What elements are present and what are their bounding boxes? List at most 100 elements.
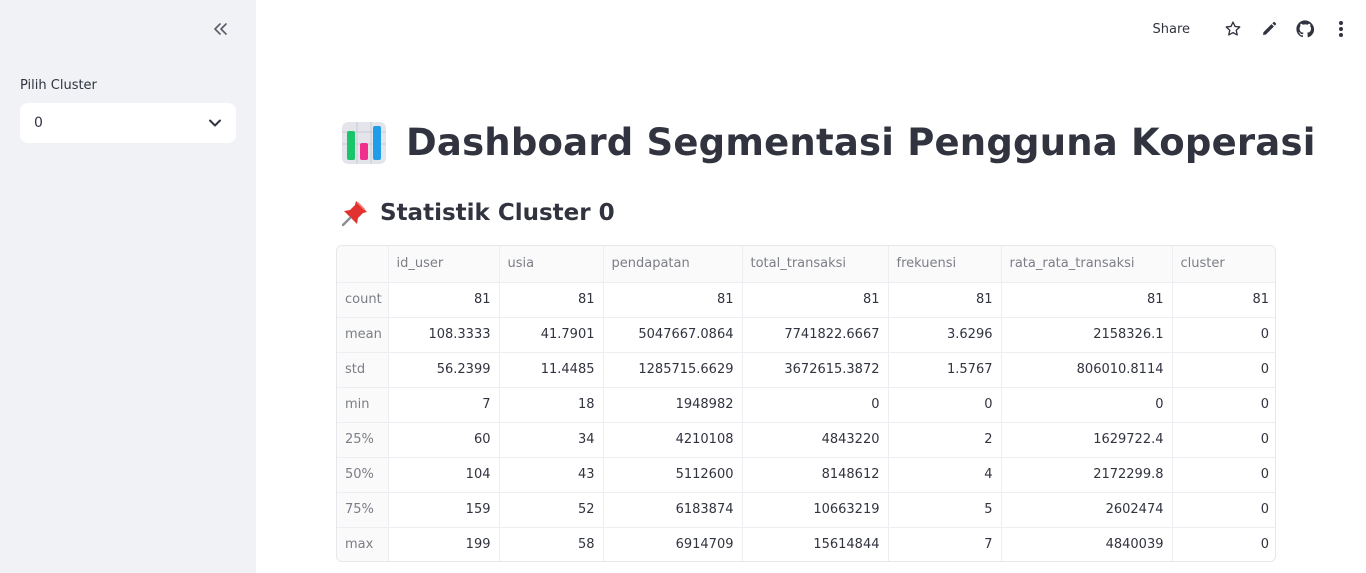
table-cell[interactable]: 4840039: [1001, 527, 1173, 561]
app-root: Pilih Cluster 0 Share Dashboard Segmenta…: [0, 0, 1366, 573]
row-index-cell[interactable]: count: [337, 282, 389, 318]
table-cell[interactable]: 3.6296: [888, 317, 1002, 353]
table-cell[interactable]: 199: [388, 527, 500, 561]
table-cell[interactable]: 0: [1001, 387, 1173, 423]
row-index-cell[interactable]: std: [337, 352, 389, 388]
table-cell[interactable]: 60: [388, 422, 500, 458]
table-cell[interactable]: 81: [888, 282, 1002, 318]
table-cell[interactable]: 10663219: [742, 492, 889, 528]
table-cell[interactable]: 58: [499, 527, 604, 561]
table-cell[interactable]: 0: [1172, 317, 1275, 353]
cluster-select[interactable]: 0: [20, 103, 236, 143]
table-cell[interactable]: 3672615.3872: [742, 352, 889, 388]
table-cell[interactable]: 108.3333: [388, 317, 500, 353]
table-cell[interactable]: 11.4485: [499, 352, 604, 388]
table-cell[interactable]: 7: [888, 527, 1002, 561]
table-cell[interactable]: 43: [499, 457, 604, 493]
table-cell[interactable]: 0: [1172, 492, 1275, 528]
sidebar: Pilih Cluster 0: [0, 0, 256, 573]
row-index-cell[interactable]: 75%: [337, 492, 389, 528]
row-index-cell[interactable]: 25%: [337, 422, 389, 458]
table-cell[interactable]: 0: [1172, 387, 1275, 423]
table-cell[interactable]: 806010.8114: [1001, 352, 1173, 388]
stats-table[interactable]: id_user usia pendapatan total_transaksi frek…: [336, 245, 1276, 562]
table-row: 50% 104 43 5112600 8148612 4 2172299.8 0: [337, 457, 1275, 493]
section-subheader: Statistik Cluster 0: [340, 196, 615, 230]
table-cell[interactable]: 52: [499, 492, 604, 528]
table-cell[interactable]: 2602474: [1001, 492, 1173, 528]
pushpin-emoji-icon: [341, 201, 367, 227]
table-cell[interactable]: 0: [1172, 457, 1275, 493]
table-cell[interactable]: 2172299.8: [1001, 457, 1173, 493]
table-cell[interactable]: 5112600: [603, 457, 743, 493]
table-cell[interactable]: 0: [1172, 352, 1275, 388]
table-cell[interactable]: 18: [499, 387, 604, 423]
collapse-sidebar-button[interactable]: [206, 16, 234, 42]
column-header-usia[interactable]: usia: [499, 246, 604, 283]
page-title: Dashboard Segmentasi Pengguna Koperasi: [340, 114, 1316, 170]
github-button[interactable]: [1294, 18, 1316, 40]
table-cell[interactable]: 6914709: [603, 527, 743, 561]
chevron-down-icon: [209, 119, 221, 127]
column-header-rata-rata-transaksi[interactable]: rata_rata_transaksi: [1001, 246, 1173, 283]
table-cell[interactable]: 81: [499, 282, 604, 318]
table-cell[interactable]: 159: [388, 492, 500, 528]
double-chevron-left-icon: [214, 23, 227, 35]
top-toolbar: Share: [1152, 16, 1352, 42]
table-cell[interactable]: 6183874: [603, 492, 743, 528]
table-cell[interactable]: 15614844: [742, 527, 889, 561]
pencil-icon: [1263, 21, 1277, 35]
row-index-cell[interactable]: min: [337, 387, 389, 423]
table-cell[interactable]: 7: [388, 387, 500, 423]
table-cell[interactable]: 56.2399: [388, 352, 500, 388]
table-cell[interactable]: 81: [603, 282, 743, 318]
edit-button[interactable]: [1258, 18, 1280, 40]
more-menu-button[interactable]: [1330, 18, 1352, 40]
table-cell[interactable]: 81: [1001, 282, 1173, 318]
star-button[interactable]: [1222, 18, 1244, 40]
table-body: count 81 81 81 81 81 81 81 mean 108.3333 41.7901 50…: [337, 282, 1275, 561]
table-cell[interactable]: 41.7901: [499, 317, 604, 353]
bar-chart-emoji-icon: [342, 122, 386, 164]
table-cell[interactable]: 2158326.1: [1001, 317, 1173, 353]
section-subheader-text: Statistik Cluster 0: [380, 200, 615, 226]
table-cell[interactable]: 0: [888, 387, 1002, 423]
table-row: 75% 159 52 6183874 10663219 5 2602474 0: [337, 492, 1275, 528]
index-header-cell[interactable]: [337, 246, 389, 283]
share-button[interactable]: Share: [1152, 22, 1190, 37]
table-cell[interactable]: 0: [1172, 527, 1275, 561]
column-header-total-transaksi[interactable]: total_transaksi: [742, 246, 889, 283]
table-cell[interactable]: 104: [388, 457, 500, 493]
table-cell[interactable]: 4843220: [742, 422, 889, 458]
column-header-frekuensi[interactable]: frekuensi: [888, 246, 1002, 283]
table-cell[interactable]: 81: [388, 282, 500, 318]
table-cell[interactable]: 2: [888, 422, 1002, 458]
page-title-text: Dashboard Segmentasi Pengguna Koperasi: [406, 120, 1316, 164]
table-cell[interactable]: 4: [888, 457, 1002, 493]
table-cell[interactable]: 81: [742, 282, 889, 318]
table-cell[interactable]: 1948982: [603, 387, 743, 423]
column-header-id-user[interactable]: id_user: [388, 246, 500, 283]
table-cell[interactable]: 8148612: [742, 457, 889, 493]
table-cell[interactable]: 5047667.0864: [603, 317, 743, 353]
row-index-cell[interactable]: mean: [337, 317, 389, 353]
table-cell[interactable]: 1285715.6629: [603, 352, 743, 388]
table-cell[interactable]: 0: [742, 387, 889, 423]
cluster-select-value: 0: [34, 115, 43, 131]
column-header-pendapatan[interactable]: pendapatan: [603, 246, 743, 283]
table-cell[interactable]: 81: [1172, 282, 1275, 318]
table-cell[interactable]: 4210108: [603, 422, 743, 458]
star-icon: [1225, 21, 1241, 36]
table-cell[interactable]: 5: [888, 492, 1002, 528]
table-cell[interactable]: 1629722.4: [1001, 422, 1173, 458]
table-cell[interactable]: 34: [499, 422, 604, 458]
table-cell[interactable]: 7741822.6667: [742, 317, 889, 353]
column-header-cluster[interactable]: cluster: [1172, 246, 1275, 283]
table-row: count 81 81 81 81 81 81 81: [337, 282, 1275, 318]
table-row: min 7 18 1948982 0 0 0 0: [337, 387, 1275, 423]
table-cell[interactable]: 0: [1172, 422, 1275, 458]
row-index-cell[interactable]: 50%: [337, 457, 389, 493]
row-index-cell[interactable]: max: [337, 527, 389, 561]
table-cell[interactable]: 1.5767: [888, 352, 1002, 388]
table-row: 25% 60 34 4210108 4843220 2 1629722.4 0: [337, 422, 1275, 458]
